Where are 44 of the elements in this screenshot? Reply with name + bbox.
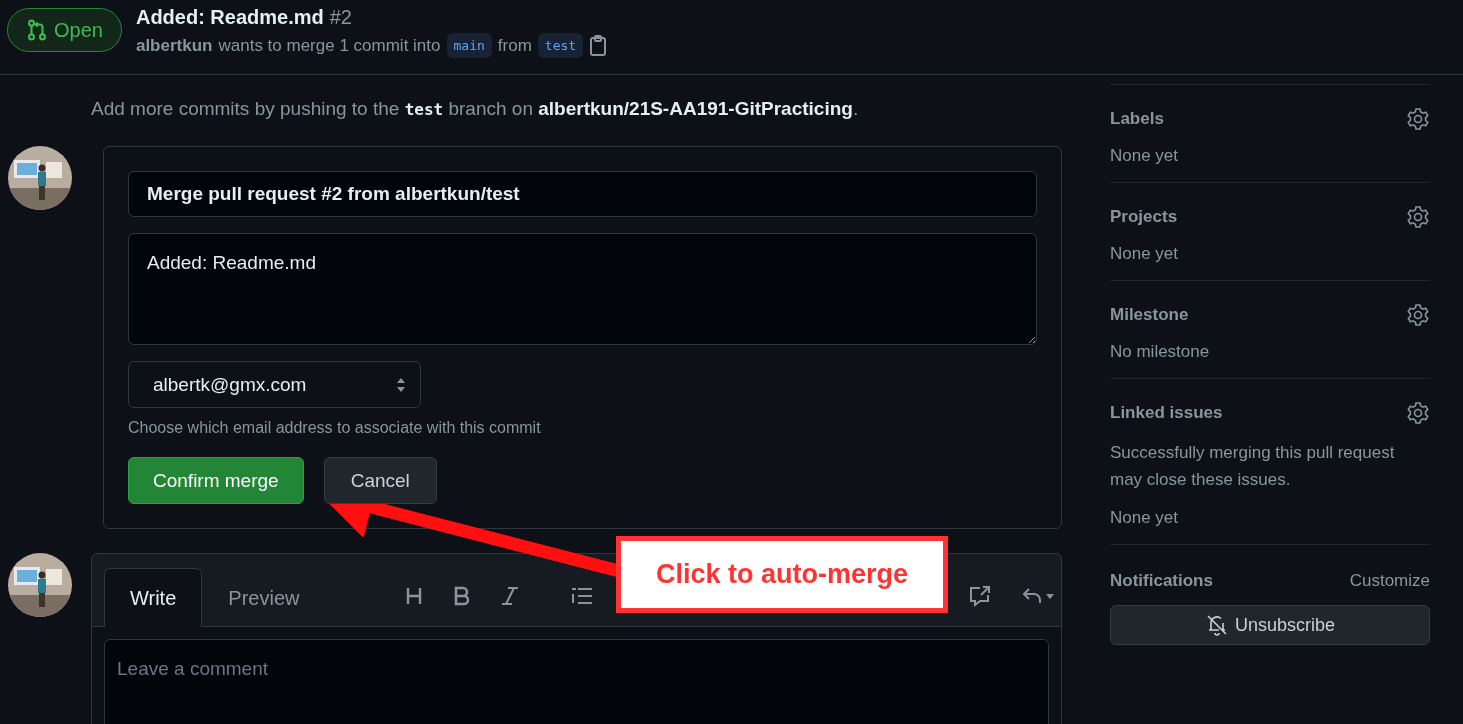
pull-request-number: #2 (329, 6, 352, 28)
section-description: Successfully merging this pull request may close these issues. (1110, 442, 1396, 491)
commit-title-field[interactable]: Merge pull request #2 from albertkun/test (128, 171, 1037, 217)
heading-icon[interactable] (405, 586, 424, 606)
unsubscribe-button[interactable]: Unsubscribe (1110, 605, 1430, 645)
section-value: None yet (1110, 146, 1180, 166)
section-value: None yet (1110, 244, 1180, 264)
cross-reference-icon[interactable] (968, 584, 993, 608)
push-hint: Add more commits by pushing to the test branch on albertkun/21S-AA191-GitPracticing. (91, 98, 860, 120)
author-link[interactable]: albertkun (135, 35, 213, 56)
email-select[interactable]: albertk@gmx.com (128, 361, 421, 408)
email-hint: Choose which email address to associate with this commit (128, 419, 542, 437)
cancel-button[interactable]: Cancel (323, 457, 437, 504)
bell-off-icon (1204, 613, 1229, 637)
clipboard-icon[interactable] (589, 34, 608, 57)
state-badge: Open (7, 8, 122, 52)
pull-request-title: Added: Readme.md (135, 6, 324, 28)
settings-icon[interactable] (1406, 303, 1430, 327)
commit-message-field[interactable]: Added: Readme.md (128, 233, 1037, 345)
confirm-merge-button[interactable]: Confirm merge (128, 457, 304, 504)
customize-link[interactable]: Customize (1349, 571, 1430, 591)
section-heading: Linked issues (1110, 403, 1223, 423)
section-heading: Labels (1110, 109, 1164, 129)
settings-icon[interactable] (1406, 205, 1430, 229)
list-icon[interactable] (571, 586, 594, 606)
editor-tab[interactable]: Write (104, 568, 203, 627)
editor-tab[interactable]: Preview (202, 568, 326, 627)
merge-summary: wants to merge 1 commit into (218, 35, 441, 56)
settings-icon[interactable] (1406, 401, 1430, 425)
branch-link[interactable]: test (537, 33, 584, 58)
section-heading: Milestone (1110, 305, 1189, 325)
branch-link[interactable]: main (446, 33, 492, 58)
merge-summary: from (497, 35, 532, 56)
settings-icon[interactable] (1406, 107, 1430, 131)
section-heading: Projects (1110, 207, 1178, 227)
italic-icon[interactable] (501, 586, 520, 606)
comment-field[interactable]: Leave a comment (104, 639, 1049, 724)
sort-icon (396, 376, 406, 393)
section-value: None yet (1110, 508, 1180, 528)
section-value: No milestone (1110, 342, 1211, 362)
annotation-callout: Click to auto-merge (616, 536, 948, 613)
section-heading: Notifications (1110, 571, 1213, 591)
bold-icon[interactable] (453, 586, 472, 606)
pull-request-icon (26, 19, 48, 41)
